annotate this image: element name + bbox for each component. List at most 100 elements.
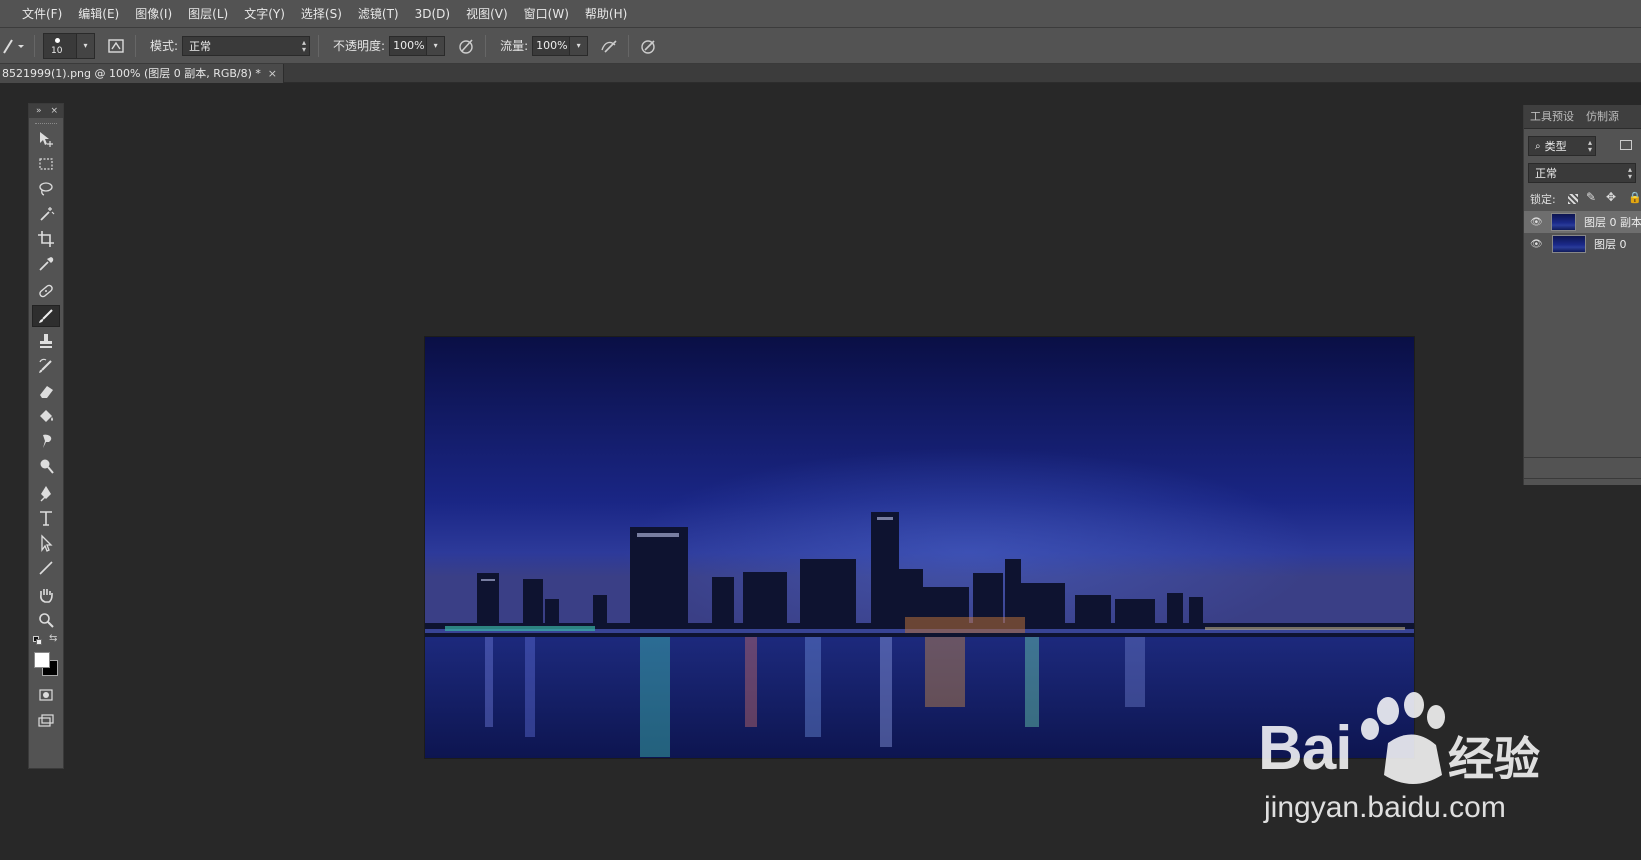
panel-divider <box>1524 457 1641 458</box>
separator <box>628 34 630 57</box>
quick-mask-button[interactable] <box>32 684 60 706</box>
brush-size-picker[interactable]: 10 <box>43 32 77 59</box>
stamp-icon <box>40 334 52 348</box>
zoom-tool[interactable] <box>32 609 60 631</box>
move-icon <box>40 132 53 147</box>
healing-brush-tool[interactable] <box>32 280 60 302</box>
menu-window[interactable]: 窗口(W) <box>516 0 577 28</box>
pressure-opacity-icon[interactable] <box>455 35 477 57</box>
screen-mode-button[interactable] <box>32 710 60 732</box>
close-icon[interactable]: × <box>50 104 58 118</box>
hand-tool[interactable] <box>32 584 60 606</box>
line-tool[interactable] <box>32 557 60 579</box>
layer-filter-value: 类型 <box>1544 140 1567 153</box>
foreground-color-swatch[interactable] <box>34 652 50 668</box>
search-icon: ⌕ <box>1535 140 1541 152</box>
eyedropper-icon <box>39 257 54 271</box>
collapse-icon[interactable]: » <box>36 104 42 118</box>
crop-tool[interactable] <box>32 228 60 250</box>
options-bar: 10 ▾ 模式: 正常 ▴ ▾ 不透明度: 100% ▾ 流量: 100% ▾ <box>0 28 1641 64</box>
menu-view[interactable]: 视图(V) <box>458 0 516 28</box>
bandage-icon <box>39 284 53 298</box>
default-colors-icon[interactable] <box>33 636 43 646</box>
document-tab[interactable]: 8521999(1).png @ 100% (图层 0 副本, RGB/8) *… <box>0 64 284 83</box>
image-filter-icon[interactable] <box>1620 140 1632 150</box>
menu-type[interactable]: 文字(Y) <box>236 0 293 28</box>
clone-stamp-tool[interactable] <box>32 330 60 352</box>
type-tool[interactable] <box>32 507 60 529</box>
mode-value: 正常 <box>189 39 212 53</box>
magic-wand-icon <box>40 207 55 221</box>
menu-layer[interactable]: 图层(L) <box>180 0 236 28</box>
panel-tab-strip: 工具预设 仿制源 <box>1524 105 1641 129</box>
lock-label: 锁定: <box>1530 193 1556 206</box>
brush-size-value: 10 <box>51 45 63 56</box>
zoom-icon <box>39 613 54 628</box>
blend-mode-dropdown[interactable]: 正常 ▴ ▾ <box>1528 163 1636 183</box>
magic-wand-tool[interactable] <box>32 203 60 225</box>
menu-file[interactable]: 文件(F) <box>14 0 70 28</box>
swap-colors-icon[interactable]: ⇆ <box>49 633 57 644</box>
mode-label: 模式: <box>150 39 179 53</box>
watermark-brand-suffix: 经验 <box>1448 732 1540 786</box>
history-brush-tool[interactable] <box>32 355 60 377</box>
toolbox-header[interactable]: » × <box>29 104 63 118</box>
paint-bucket-icon <box>40 410 53 422</box>
layer-row[interactable]: 👁 图层 0 副本 <box>1524 211 1641 233</box>
airbrush-icon[interactable] <box>598 35 620 57</box>
lock-transparent-icon[interactable] <box>1568 194 1578 204</box>
dodge-tool[interactable] <box>32 455 60 477</box>
menu-bar: 文件(F) 编辑(E) 图像(I) 图层(L) 文字(Y) 选择(S) 滤镜(T… <box>0 0 1641 28</box>
lasso-tool[interactable] <box>32 178 60 200</box>
brush-tool[interactable] <box>32 305 60 327</box>
tab-clone-source[interactable]: 仿制源 <box>1586 105 1619 129</box>
flow-slider-button[interactable]: ▾ <box>570 35 589 56</box>
menu-help[interactable]: 帮助(H) <box>577 0 635 28</box>
paint-bucket-tool[interactable] <box>32 405 60 427</box>
menu-select[interactable]: 选择(S) <box>293 0 350 28</box>
lock-position-icon[interactable]: ✥ <box>1606 190 1616 204</box>
brush-size-dropdown[interactable]: ▾ <box>77 32 95 59</box>
brush-panel-toggle-icon[interactable] <box>105 35 127 57</box>
dropdown-arrows-icon: ▴ ▾ <box>1627 165 1632 181</box>
lock-pixels-icon[interactable]: ✎ <box>1586 190 1596 204</box>
flow-input[interactable]: 100% <box>532 35 571 56</box>
toolbox: » × ⇆ <box>28 103 64 769</box>
mode-dropdown[interactable]: 正常 ▴ ▾ <box>182 35 311 56</box>
layer-name: 图层 0 <box>1594 238 1627 251</box>
watermark-brand: Bai <box>1258 714 1352 783</box>
marquee-tool[interactable] <box>32 153 60 175</box>
pressure-size-icon[interactable] <box>637 35 659 57</box>
menu-edit[interactable]: 编辑(E) <box>70 0 127 28</box>
opacity-value: 100% <box>393 39 425 52</box>
separator <box>318 34 320 57</box>
layer-filter-dropdown[interactable]: ⌕ 类型 ▴ ▾ <box>1528 136 1596 156</box>
menu-filter[interactable]: 滤镜(T) <box>350 0 407 28</box>
brush-icon <box>39 309 53 323</box>
menu-3d[interactable]: 3D(D) <box>407 0 458 28</box>
layer-row[interactable]: 👁 图层 0 <box>1524 233 1641 255</box>
eraser-tool[interactable] <box>32 380 60 402</box>
flow-value: 100% <box>536 39 568 52</box>
pen-tool[interactable] <box>32 482 60 504</box>
smudge-tool[interactable] <box>32 430 60 452</box>
visibility-eye-icon[interactable]: 👁 <box>1530 217 1543 228</box>
document-tab-title: 8521999(1).png @ 100% (图层 0 副本, RGB/8) * <box>2 67 261 80</box>
brush-preset-icon[interactable] <box>0 34 26 58</box>
panel-divider <box>1524 478 1641 479</box>
opacity-slider-button[interactable]: ▾ <box>427 35 446 56</box>
lock-all-icon[interactable]: 🔒 <box>1628 191 1641 204</box>
eyedropper-tool[interactable] <box>32 253 60 275</box>
toolbox-grip[interactable] <box>35 118 57 124</box>
dropdown-arrows-icon: ▴ ▾ <box>1587 138 1592 154</box>
opacity-input[interactable]: 100% <box>389 35 428 56</box>
path-selection-tool[interactable] <box>32 532 60 554</box>
visibility-eye-icon[interactable]: 👁 <box>1530 239 1544 250</box>
menu-image[interactable]: 图像(I) <box>127 0 180 28</box>
move-tool[interactable] <box>32 128 60 150</box>
close-tab-icon[interactable]: × <box>268 64 277 83</box>
eraser-icon <box>40 386 53 398</box>
tab-tool-presets[interactable]: 工具预设 <box>1530 105 1574 129</box>
line-icon <box>39 561 53 575</box>
dodge-icon <box>40 459 54 474</box>
